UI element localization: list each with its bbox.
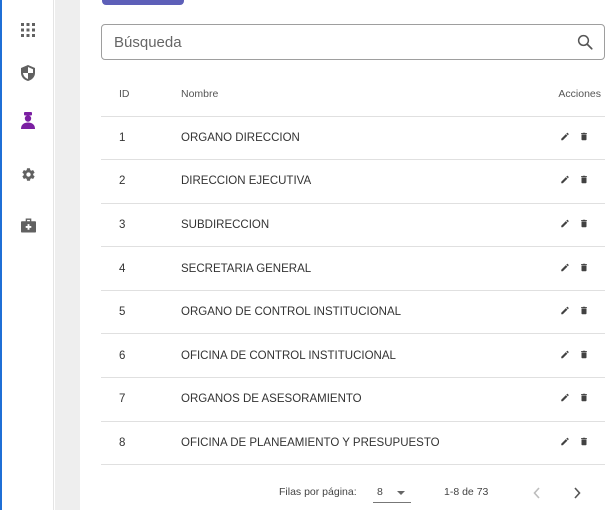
table-row: 3 SUBDIRECCION: [101, 203, 605, 248]
user-badge-icon: [21, 111, 35, 129]
delete-icon[interactable]: [579, 305, 589, 316]
delete-icon[interactable]: [579, 131, 589, 142]
delete-icon[interactable]: [579, 262, 589, 273]
column-header-actions: Acciones: [535, 73, 605, 117]
sidebar-item-health[interactable]: [2, 205, 54, 245]
row-action-buttons: [560, 392, 599, 403]
table-header-row: ID Nombre Acciones: [101, 73, 605, 117]
delete-icon[interactable]: [579, 174, 589, 185]
delete-icon[interactable]: [579, 392, 589, 403]
tab-indicator: [102, 0, 184, 5]
edit-icon[interactable]: [560, 218, 570, 229]
previous-page-button[interactable]: [527, 483, 547, 503]
row-actions: [535, 203, 605, 248]
column-header-name[interactable]: Nombre: [165, 73, 535, 117]
delete-icon[interactable]: [579, 218, 589, 229]
row-action-buttons: [560, 436, 599, 447]
table-row: 4 SECRETARIA GENERAL: [101, 246, 605, 291]
row-actions: [535, 159, 605, 204]
page-range: 1-8 de 73: [444, 486, 489, 498]
delete-icon[interactable]: [579, 436, 589, 447]
gear-icon: [21, 167, 35, 181]
medical-bag-icon: [20, 217, 36, 233]
row-name: ORGANOS DE ASESORAMIENTO: [165, 377, 535, 422]
table-row: 8 OFICINA DE PLANEAMIENTO Y PRESUPUESTO: [101, 421, 605, 466]
apps-grid-icon: [21, 23, 35, 37]
row-name: OFICINA DE PLANEAMIENTO Y PRESUPUESTO: [165, 421, 535, 466]
sidebar-item-users[interactable]: [2, 100, 54, 140]
pagination: Filas por página: 8 1-8 de 73: [101, 480, 605, 506]
rows-per-page-label: Filas por página:: [279, 486, 357, 498]
search-icon[interactable]: [576, 33, 594, 51]
table-row: 6 OFICINA DE CONTROL INSTITUCIONAL: [101, 333, 605, 379]
row-actions: [535, 116, 605, 161]
edit-icon[interactable]: [560, 131, 570, 142]
column-header-id[interactable]: ID: [101, 73, 165, 117]
sidebar-item-apps[interactable]: [2, 10, 54, 50]
table-body: 1 ORGANO DIRECCION 2 DIRECCION EJECUTIVA 3 SU…: [101, 116, 605, 466]
edit-icon[interactable]: [560, 305, 570, 316]
row-action-buttons: [560, 305, 599, 316]
table-row: 2 DIRECCION EJECUTIVA: [101, 159, 605, 204]
edit-icon[interactable]: [560, 349, 570, 360]
row-name: DIRECCION EJECUTIVA: [165, 159, 535, 204]
row-id: 3: [101, 203, 165, 248]
rows-per-page-select[interactable]: 8: [373, 483, 411, 503]
search-box: [101, 24, 605, 60]
row-actions: [535, 377, 605, 422]
row-action-buttons: [560, 131, 599, 142]
edit-icon[interactable]: [560, 436, 570, 447]
row-id: 4: [101, 246, 165, 291]
row-actions: [535, 333, 605, 379]
row-actions: [535, 246, 605, 291]
search-input[interactable]: [114, 25, 554, 59]
data-table: ID Nombre Acciones 1 ORGANO DIRECCION 2 DIR…: [101, 73, 605, 466]
sidebar-item-security[interactable]: [2, 53, 54, 93]
chevron-left-icon: [533, 487, 540, 499]
row-id: 6: [101, 333, 165, 379]
row-actions: [535, 421, 605, 466]
edit-icon[interactable]: [560, 262, 570, 273]
row-name: ORGANO DIRECCION: [165, 116, 535, 161]
next-page-button[interactable]: [567, 483, 587, 503]
content-gutter: [55, 0, 80, 510]
row-name: SECRETARIA GENERAL: [165, 246, 535, 291]
row-actions: [535, 290, 605, 335]
sidebar-item-settings[interactable]: [2, 154, 54, 194]
row-action-buttons: [560, 262, 599, 273]
rows-per-page-value: 8: [377, 486, 383, 498]
table-row: 5 ORGANO DE CONTROL INSTITUCIONAL: [101, 290, 605, 335]
chevron-right-icon: [574, 487, 581, 499]
table-row: 7 ORGANOS DE ASESORAMIENTO: [101, 377, 605, 422]
row-id: 1: [101, 116, 165, 161]
row-action-buttons: [560, 174, 599, 185]
sidebar-rail: [2, 0, 54, 510]
caret-down-icon: [397, 491, 405, 495]
row-name: ORGANO DE CONTROL INSTITUCIONAL: [165, 290, 535, 335]
main-panel: ID Nombre Acciones 1ORGANO DIRECCION2DIR…: [80, 0, 608, 510]
row-name: OFICINA DE CONTROL INSTITUCIONAL: [165, 333, 535, 379]
table-row: 1 ORGANO DIRECCION: [101, 116, 605, 161]
row-id: 8: [101, 421, 165, 466]
edit-icon[interactable]: [560, 174, 570, 185]
row-action-buttons: [560, 218, 599, 229]
row-name: SUBDIRECCION: [165, 203, 535, 248]
row-id: 2: [101, 159, 165, 204]
row-id: 7: [101, 377, 165, 422]
edit-icon[interactable]: [560, 392, 570, 403]
row-id: 5: [101, 290, 165, 335]
row-action-buttons: [560, 349, 599, 360]
delete-icon[interactable]: [579, 349, 589, 360]
shield-icon: [21, 65, 35, 81]
